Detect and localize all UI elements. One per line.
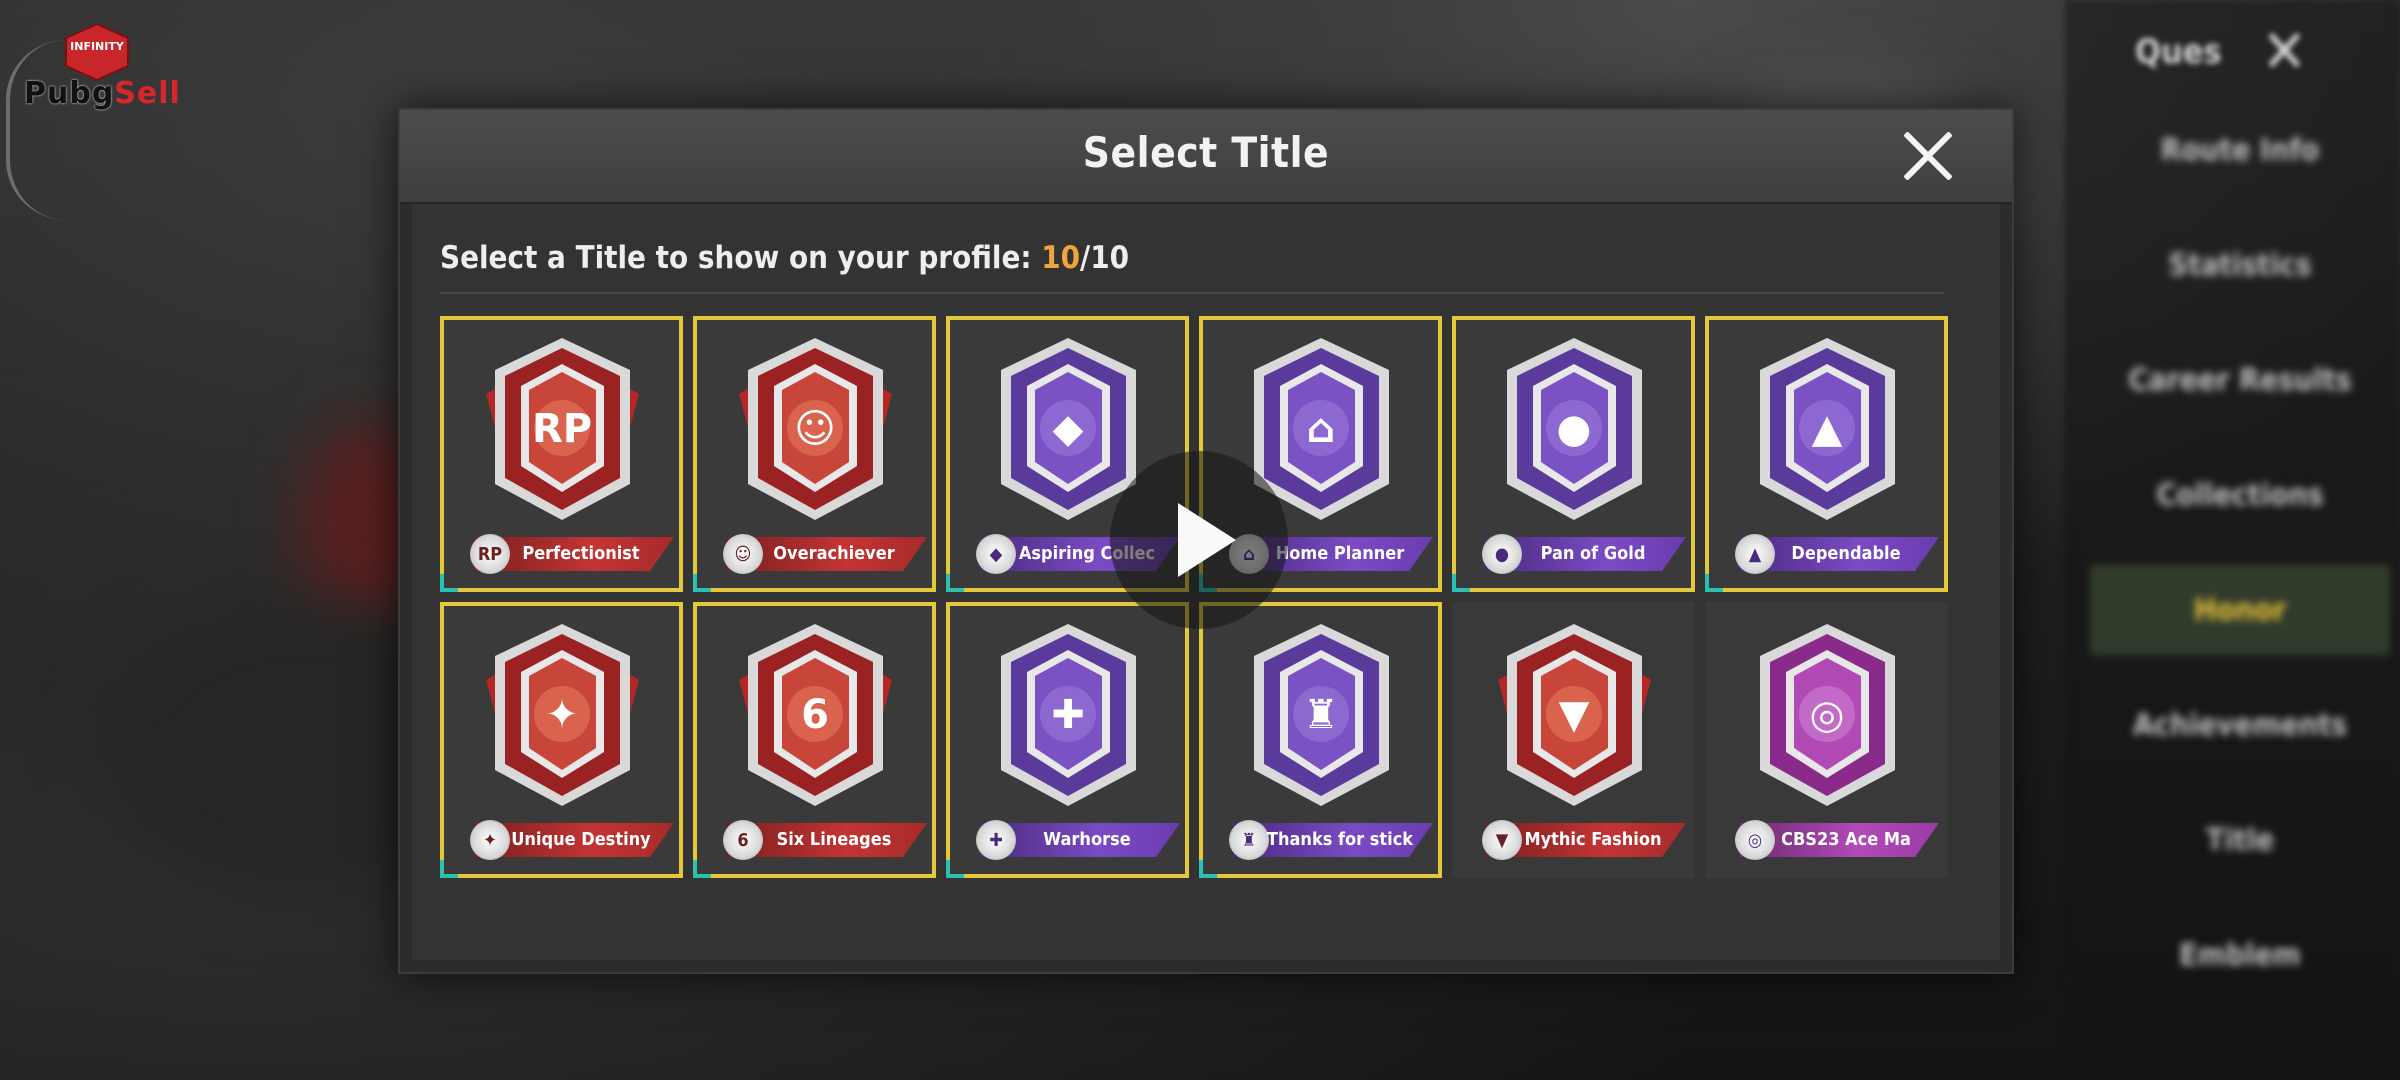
title-badge-icon: ✚	[1001, 624, 1136, 806]
mini-title-icon: ◎	[1735, 820, 1775, 860]
mini-title-icon: ✚	[976, 820, 1016, 860]
title-card[interactable]: 6 6 Six Lineages	[693, 602, 936, 878]
title-label: CBS23 Ace Ma	[1781, 829, 1911, 850]
mini-title-icon: ▲	[1735, 534, 1775, 574]
selection-corner	[1705, 574, 1723, 592]
title-label: Unique Destiny	[511, 829, 651, 850]
title-card[interactable]: ▲ ▲ Dependable	[1705, 316, 1948, 592]
title-card[interactable]: ● ● Pan of Gold	[1452, 316, 1695, 592]
title-card[interactable]: RP RP Perfectionist	[440, 316, 683, 592]
side-menu-item[interactable]: Career Results	[2090, 335, 2390, 425]
selection-corner	[440, 860, 458, 878]
mini-title-icon: 6	[723, 820, 763, 860]
selection-corner	[1452, 574, 1470, 592]
title-badge-icon: ●	[1507, 338, 1642, 520]
title-label: Thanks for stick	[1266, 829, 1414, 850]
side-menu-item[interactable]: Statistics	[2090, 220, 2390, 310]
badge-glyph: ✚	[1051, 692, 1085, 738]
title-label: Perfectionist	[522, 543, 640, 564]
badge-glyph: ◎	[1810, 692, 1845, 738]
title-label: Warhorse	[1043, 829, 1131, 850]
title-card[interactable]: ☺ ☺ Overachiever	[693, 316, 936, 592]
badge-glyph: ⌂	[1307, 406, 1336, 452]
divider	[440, 292, 1944, 294]
badge-glyph: ◆	[1053, 406, 1084, 452]
logo-word-red: Sell	[114, 76, 181, 111]
badge-glyph: RP	[532, 406, 592, 452]
title-label: Dependable	[1791, 543, 1901, 564]
play-button[interactable]	[1110, 451, 1288, 629]
selection-corner	[946, 574, 964, 592]
title-card[interactable]: ◎ ◎ CBS23 Ace Ma	[1705, 602, 1948, 878]
close-button[interactable]	[1900, 128, 1956, 184]
selection-subtitle: Select a Title to show on your profile: …	[440, 240, 1129, 276]
right-panel-top: Ques ✕	[2135, 22, 2307, 82]
title-badge-icon: ♜	[1254, 624, 1389, 806]
title-label: Six Lineages	[776, 829, 892, 850]
pubgsell-logo: INFINITY PubgSell	[22, 22, 180, 117]
title-label: Mythic Fashion	[1524, 829, 1662, 850]
selection-corner	[693, 574, 711, 592]
dialog-header: Select Title	[400, 110, 2012, 205]
badge-glyph: ♜	[1303, 692, 1339, 738]
badge-glyph: ▲	[1812, 406, 1843, 452]
side-menu-item[interactable]: Emblem	[2090, 910, 2390, 1000]
mini-title-icon: ▼	[1482, 820, 1522, 860]
badge-glyph: 6	[801, 692, 829, 738]
close-icon[interactable]: ✕	[2262, 22, 2307, 82]
title-badge-icon: ☺	[739, 338, 892, 520]
selection-corner	[440, 574, 458, 592]
mini-title-icon: ♜	[1229, 820, 1269, 860]
title-card[interactable]: ✚ ✚ Warhorse	[946, 602, 1189, 878]
selected-count: 10	[1041, 240, 1081, 276]
badge-glyph: ☺	[794, 406, 836, 452]
selection-corner	[946, 860, 964, 878]
logo-word: PubgSell	[24, 76, 181, 111]
subtitle-text: Select a Title to show on your profile:	[440, 240, 1042, 276]
dialog-title: Select Title	[1082, 128, 1330, 177]
mini-title-icon: ◆	[976, 534, 1016, 574]
mini-title-icon: RP	[470, 534, 510, 574]
right-tab-ques[interactable]: Ques	[2135, 32, 2222, 72]
title-badge-icon: ▲	[1760, 338, 1895, 520]
side-menu-item[interactable]: Route Info	[2090, 105, 2390, 195]
title-badge-icon: ✦	[486, 624, 639, 806]
selection-corner	[693, 860, 711, 878]
title-badge-icon: ◎	[1760, 624, 1895, 806]
badge-glyph: ●	[1557, 406, 1592, 452]
mini-title-icon: ✦	[470, 820, 510, 860]
selection-corner	[1199, 860, 1217, 878]
title-card[interactable]: ♜ ♜ Thanks for stick	[1199, 602, 1442, 878]
title-card[interactable]: ▼ ▼ Mythic Fashion	[1452, 602, 1695, 878]
logo-word-dark: Pubg	[24, 76, 115, 111]
side-menu-item[interactable]: Honor	[2090, 565, 2390, 655]
logo-hex-text: INFINITY	[70, 40, 124, 53]
badge-glyph: ✦	[545, 692, 579, 738]
side-menu-item[interactable]: Collections	[2090, 450, 2390, 540]
play-icon	[1178, 503, 1236, 577]
badge-glyph: ▼	[1559, 692, 1590, 738]
mini-title-icon: ☺	[723, 534, 763, 574]
total-count: /10	[1080, 240, 1130, 276]
side-menu-item[interactable]: Achievements	[2090, 680, 2390, 770]
side-menu-item[interactable]: Title	[2090, 795, 2390, 885]
title-label: Pan of Gold	[1540, 543, 1646, 564]
title-label: Overachiever	[773, 543, 895, 564]
title-badge-icon: ▼	[1498, 624, 1651, 806]
mini-title-icon: ●	[1482, 534, 1522, 574]
title-badge-icon: RP	[486, 338, 639, 520]
title-card[interactable]: ✦ ✦ Unique Destiny	[440, 602, 683, 878]
title-badge-icon: 6	[739, 624, 892, 806]
